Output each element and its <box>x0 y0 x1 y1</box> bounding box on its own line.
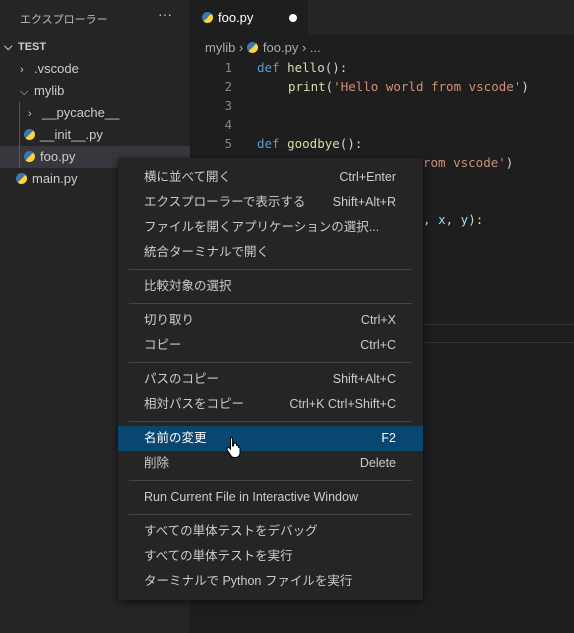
python-file-icon <box>24 129 35 140</box>
menu-item[interactable]: すべての単体テストを実行 <box>118 544 423 569</box>
menu-item-label: 名前の変更 <box>144 431 207 445</box>
tab-foo-py[interactable]: foo.py <box>190 0 308 35</box>
menu-item-shortcut: Ctrl+C <box>360 338 396 352</box>
menu-item[interactable]: 名前の変更 F2 <box>118 426 423 451</box>
menu-item-shortcut: F2 <box>381 431 396 445</box>
menu-item-label: すべての単体テストをデバッグ <box>144 524 318 538</box>
menu-item[interactable]: 比較対象の選択 <box>118 274 423 299</box>
python-file-icon <box>16 173 27 184</box>
menu-item[interactable]: すべての単体テストをデバッグ <box>118 519 423 544</box>
chevron-right-icon: › <box>28 108 32 120</box>
panel-border <box>423 324 574 325</box>
breadcrumb-file[interactable]: foo.py <box>263 40 298 55</box>
menu-item-label: すべての単体テストを実行 <box>144 549 293 563</box>
breadcrumb-symbol[interactable]: ... <box>310 40 321 55</box>
menu-separator <box>129 421 412 422</box>
menu-item[interactable]: ターミナルで Python ファイルを実行 <box>118 569 423 594</box>
menu-item-label: 比較対象の選択 <box>144 279 232 293</box>
menu-item-label: ファイルを開くアプリケーションの選択... <box>144 220 380 234</box>
line-number: 1 <box>224 60 232 75</box>
python-file-icon <box>246 42 258 53</box>
menu-item[interactable]: コピー Ctrl+C <box>118 333 423 358</box>
menu-item[interactable]: 切り取り Ctrl+X <box>118 308 423 333</box>
unsaved-dot-icon[interactable] <box>289 14 297 22</box>
code-line-2[interactable]: print('Hello world from vscode') <box>288 77 529 96</box>
hand-pointer-cursor-icon <box>226 436 241 458</box>
menu-item-shortcut: Ctrl+K Ctrl+Shift+C <box>289 397 396 411</box>
line-number: 4 <box>224 117 232 132</box>
tab-bar: foo.py <box>190 0 574 35</box>
explorer-title: エクスプローラー <box>20 14 108 26</box>
menu-item-label: パスのコピー <box>144 372 220 386</box>
chevron-down-icon: ⌵ <box>4 41 13 53</box>
menu-item[interactable]: エクスプローラーで表示する Shift+Alt+R <box>118 190 423 215</box>
breadcrumb-folder[interactable]: mylib <box>205 40 235 55</box>
code-line-1[interactable]: def hello(): <box>257 58 347 77</box>
breadcrumb: mylib › foo.py › ... <box>205 40 321 55</box>
menu-item-shortcut: Delete <box>359 456 396 470</box>
menu-item[interactable]: 横に並べて開く Ctrl+Enter <box>118 165 423 190</box>
menu-item-shortcut: Ctrl+X <box>360 313 396 327</box>
menu-item[interactable]: Run Current File in Interactive Window <box>118 485 423 510</box>
menu-separator <box>129 480 412 481</box>
chevron-right-icon: › <box>20 64 24 76</box>
menu-item-label: 統合ターミナルで開く <box>144 245 270 259</box>
menu-separator <box>129 362 412 363</box>
menu-item-label: 横に並べて開く <box>144 170 232 184</box>
menu-item-label: エクスプローラーで表示する <box>144 195 306 209</box>
menu-item[interactable]: 相対パスをコピー Ctrl+K Ctrl+Shift+C <box>118 392 423 417</box>
indent-guide <box>19 102 20 168</box>
menu-item[interactable]: 削除 Delete <box>118 451 423 476</box>
line-number: 2 <box>224 79 232 94</box>
menu-item-label: Run Current File in Interactive Window <box>144 490 358 504</box>
line-number: 3 <box>224 98 232 113</box>
menu-item[interactable]: ファイルを開くアプリケーションの選択... <box>118 215 423 240</box>
menu-item-label: 相対パスをコピー <box>144 397 245 411</box>
menu-item-shortcut: Ctrl+Enter <box>339 170 396 184</box>
line-number: 5 <box>224 136 232 151</box>
menu-item-label: 削除 <box>144 456 170 470</box>
menu-separator <box>129 269 412 270</box>
tree-item-mylib[interactable]: ⌵ mylib <box>0 80 190 102</box>
code-line-8-fragment[interactable]: , x, y): <box>423 210 483 229</box>
workspace-root[interactable]: ⌵ TEST <box>0 36 190 58</box>
more-actions-button[interactable]: ··· <box>158 6 172 22</box>
menu-separator <box>129 303 412 304</box>
menu-item-label: ターミナルで Python ファイルを実行 <box>144 574 353 588</box>
tree-item-pycache[interactable]: › __pycache__ <box>0 102 190 124</box>
code-line-6-fragment[interactable]: rom vscode') <box>423 153 513 172</box>
menu-separator <box>129 514 412 515</box>
menu-item-shortcut: Shift+Alt+R <box>332 195 396 209</box>
python-file-icon <box>202 12 213 23</box>
menu-item-shortcut: Shift+Alt+C <box>332 372 396 386</box>
tree-item-vscode[interactable]: › .vscode <box>0 58 190 80</box>
context-menu: 横に並べて開く Ctrl+Enter エクスプローラーで表示する Shift+Alt+… <box>118 158 423 600</box>
code-line-5[interactable]: def goodbye(): <box>257 134 362 153</box>
chevron-down-icon: ⌵ <box>20 86 29 98</box>
menu-item[interactable]: 統合ターミナルで開く <box>118 240 423 265</box>
panel-border <box>423 342 574 343</box>
menu-item[interactable]: パスのコピー Shift+Alt+C <box>118 367 423 392</box>
tree-item-init[interactable]: __init__.py <box>0 124 190 146</box>
menu-item-label: 切り取り <box>144 313 195 327</box>
python-file-icon <box>24 151 35 162</box>
menu-item-label: コピー <box>144 338 182 352</box>
